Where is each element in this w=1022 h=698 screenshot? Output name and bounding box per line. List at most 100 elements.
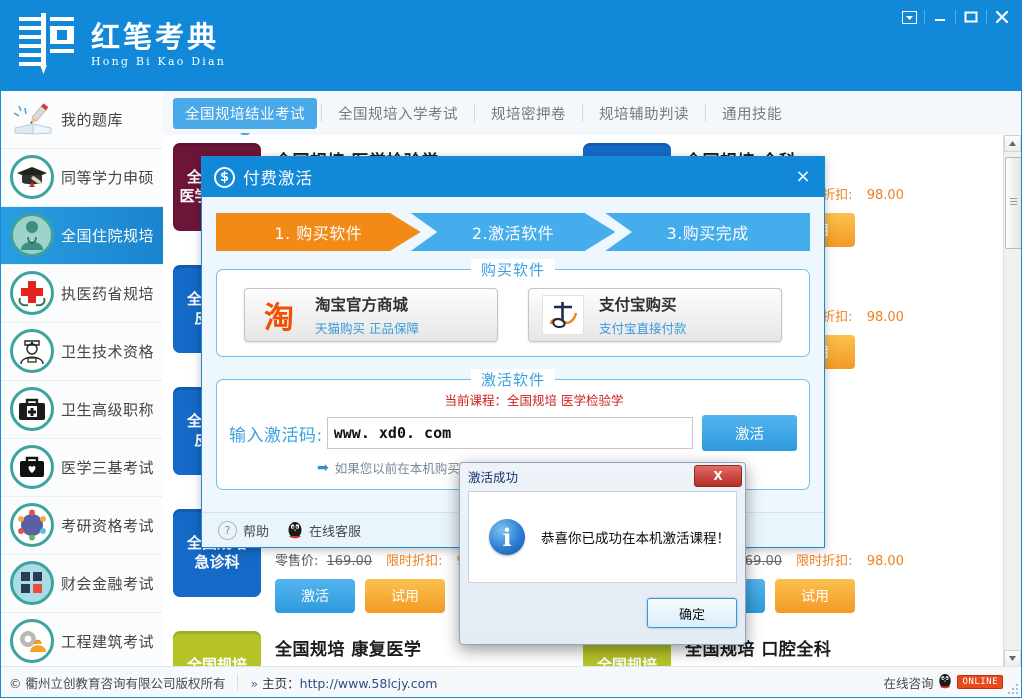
close-icon[interactable]: X	[694, 465, 742, 487]
activation-success-alert: 激活成功 X i 恭喜你已成功在本机激活课程！ 确定	[459, 462, 746, 645]
activate-button[interactable]: 激活	[275, 579, 355, 613]
sidebar-item-engineering-exam[interactable]: 工程建筑考试	[1, 613, 163, 671]
sidebar-item-health-tech-qualification[interactable]: 卫生技术资格	[1, 323, 163, 381]
help-link[interactable]: ? 帮助	[218, 520, 270, 540]
alert-message: 恭喜你已成功在本机激活课程！	[541, 531, 730, 547]
sidebar-item-equivalent-master[interactable]: 同等学力申硕	[1, 149, 163, 207]
sidebar-item-label: 考研资格考试	[61, 517, 155, 535]
vertical-scrollbar[interactable]	[1003, 135, 1021, 667]
skin-icon[interactable]	[894, 4, 924, 30]
briefcase-heart-icon	[7, 442, 59, 494]
sidebar-item-postgrad-exam[interactable]: 考研资格考试	[1, 497, 163, 555]
sidebar-item-national-residency[interactable]: 全国住院规培	[1, 207, 163, 265]
chevron-right-icon: »	[250, 675, 259, 691]
alipay-icon	[537, 294, 589, 336]
divider	[705, 104, 706, 122]
homepage-url[interactable]: http://www.58lcjy.com	[300, 676, 438, 691]
sidebar-item-label: 卫生技术资格	[61, 343, 155, 361]
homepage-label: 主页：	[262, 675, 300, 691]
step-label: 2.激活软件	[471, 224, 555, 243]
step-purchase-complete[interactable]: 3.购买完成	[605, 213, 811, 251]
help-label: 帮助	[243, 524, 270, 540]
calculator-icon	[7, 558, 59, 610]
sidebar-item-medical-three-basics[interactable]: 医学三基考试	[1, 439, 163, 497]
course-thumbnail: 全国规培 康复医学	[173, 631, 261, 667]
scroll-down-icon[interactable]	[1004, 650, 1021, 667]
dialog-header: $ 付费激活 ×	[202, 157, 824, 197]
sidebar-item-label: 我的题库	[61, 111, 124, 129]
discount-value: 98.00	[866, 310, 904, 325]
sidebar-item-senior-health-title[interactable]: 卫生高级职称	[1, 381, 163, 439]
medical-bag-icon	[7, 384, 59, 436]
application-window: 红笔考典 Hong Bi Kao Dian 我的题库 同等学力申硕 全国住院规培…	[0, 0, 1022, 698]
alert-body: i 恭喜你已成功在本机激活课程！	[468, 491, 737, 583]
taobao-buy-button[interactable]: 淘 淘宝官方商城 天猫购买 正品保障	[244, 288, 498, 342]
alipay-buy-button[interactable]: 支付宝购买 支付宝直接付款	[528, 288, 782, 342]
tab-assisted-reading[interactable]: 规培辅助判读	[587, 98, 701, 129]
step-label: 3.购买完成	[666, 224, 749, 243]
close-icon[interactable]: ×	[792, 165, 814, 187]
tab-general-skills[interactable]: 通用技能	[710, 98, 794, 129]
trial-button[interactable]: 试用	[365, 579, 445, 613]
qq-penguin-icon	[938, 673, 952, 692]
sidebar-item-label: 卫生高级职称	[61, 401, 155, 419]
resize-grip-icon[interactable]	[1008, 684, 1018, 694]
arrow-right-icon: ➡	[317, 459, 329, 476]
step-activate-software[interactable]: 2.激活软件	[410, 213, 616, 251]
current-course-text: 当前课程：全国规培 医学检验学	[444, 393, 624, 408]
activate-submit-button[interactable]: 激活	[702, 415, 797, 451]
activation-code-input[interactable]	[326, 417, 693, 449]
scrollbar-thumb[interactable]	[1005, 157, 1021, 249]
scrollbar-grip-icon	[1010, 198, 1017, 205]
tab-secret-papers[interactable]: 规培密押卷	[479, 98, 578, 129]
option-subtitle: 天猫购买 正品保障	[315, 321, 419, 336]
step-buy-software[interactable]: 1. 购买软件	[216, 213, 421, 251]
tab-bar: 全国规培结业考试 全国规培入学考试 规培密押卷 规培辅助判读 通用技能	[163, 91, 1021, 138]
sidebar-item-finance-exam[interactable]: 财会金融考试	[1, 555, 163, 613]
price-label: 零售价:	[275, 554, 319, 569]
sidebar-item-provincial-residency[interactable]: 执医药省规培	[1, 265, 163, 323]
online-service-link[interactable]: 在线客服	[287, 521, 361, 540]
divider	[474, 104, 475, 122]
nurse-icon	[7, 326, 59, 378]
close-icon[interactable]	[987, 4, 1017, 30]
option-title: 淘宝官方商城	[315, 296, 409, 314]
window-controls	[894, 3, 1017, 31]
tab-entrance-exam[interactable]: 全国规培入学考试	[326, 98, 470, 129]
homepage-link[interactable]: » 主页：http://www.58lcjy.com	[250, 673, 437, 692]
taobao-icon: 淘	[264, 301, 294, 336]
alert-title: 激活成功	[468, 469, 519, 485]
tab-completion-exam[interactable]: 全国规培结业考试	[173, 97, 317, 138]
divider	[321, 104, 322, 122]
sidebar-item-my-question-bank[interactable]: 我的题库	[1, 91, 163, 149]
scroll-up-icon[interactable]	[1004, 135, 1021, 152]
trial-button[interactable]: 试用	[775, 579, 855, 613]
alert-header: 激活成功 X	[460, 463, 745, 489]
brand-mark-icon	[19, 11, 81, 79]
pencil-book-icon	[7, 94, 59, 146]
status-bar: © 衢州立创教育咨询有限公司版权所有 » 主页：http://www.58lcj…	[1, 666, 1021, 697]
sidebar-item-label: 执医药省规培	[61, 285, 155, 303]
activation-code-label: 输入激活码:	[229, 425, 323, 446]
discount-label: 限时折扣:	[796, 554, 853, 569]
sidebar: 我的题库 同等学力申硕 全国住院规培 执医药省规培 卫生技术资格 卫生高级职称 …	[1, 91, 164, 671]
graduation-cap-icon	[7, 152, 59, 204]
ok-button[interactable]: 确定	[647, 598, 737, 628]
discount-value: 98.00	[866, 188, 904, 203]
online-consult[interactable]: 在线咨询 ONLINE	[883, 673, 1021, 692]
qq-penguin-icon	[287, 521, 303, 539]
copyright-text: © 衢州立创教育咨询有限公司版权所有	[9, 675, 226, 691]
section-legend: 激活软件	[470, 369, 556, 390]
discount-value: 98.00	[866, 554, 904, 569]
divider	[237, 674, 239, 690]
info-icon: i	[489, 519, 525, 555]
app-logo: 红笔考典 Hong Bi Kao Dian	[19, 11, 226, 79]
question-mark-icon: ?	[218, 520, 237, 540]
option-subtitle: 支付宝直接付款	[599, 321, 687, 336]
maximize-icon[interactable]	[956, 4, 986, 30]
minimize-icon[interactable]	[925, 4, 955, 30]
course-card[interactable]: 全国规培 康复医学 全国规培 康复医学 零售价: 169.00 限时折扣: 98…	[173, 631, 494, 667]
alert-footer: 确定	[468, 590, 737, 636]
discount-label: 限时折扣:	[386, 554, 443, 569]
price-original: 169.00	[326, 554, 373, 569]
